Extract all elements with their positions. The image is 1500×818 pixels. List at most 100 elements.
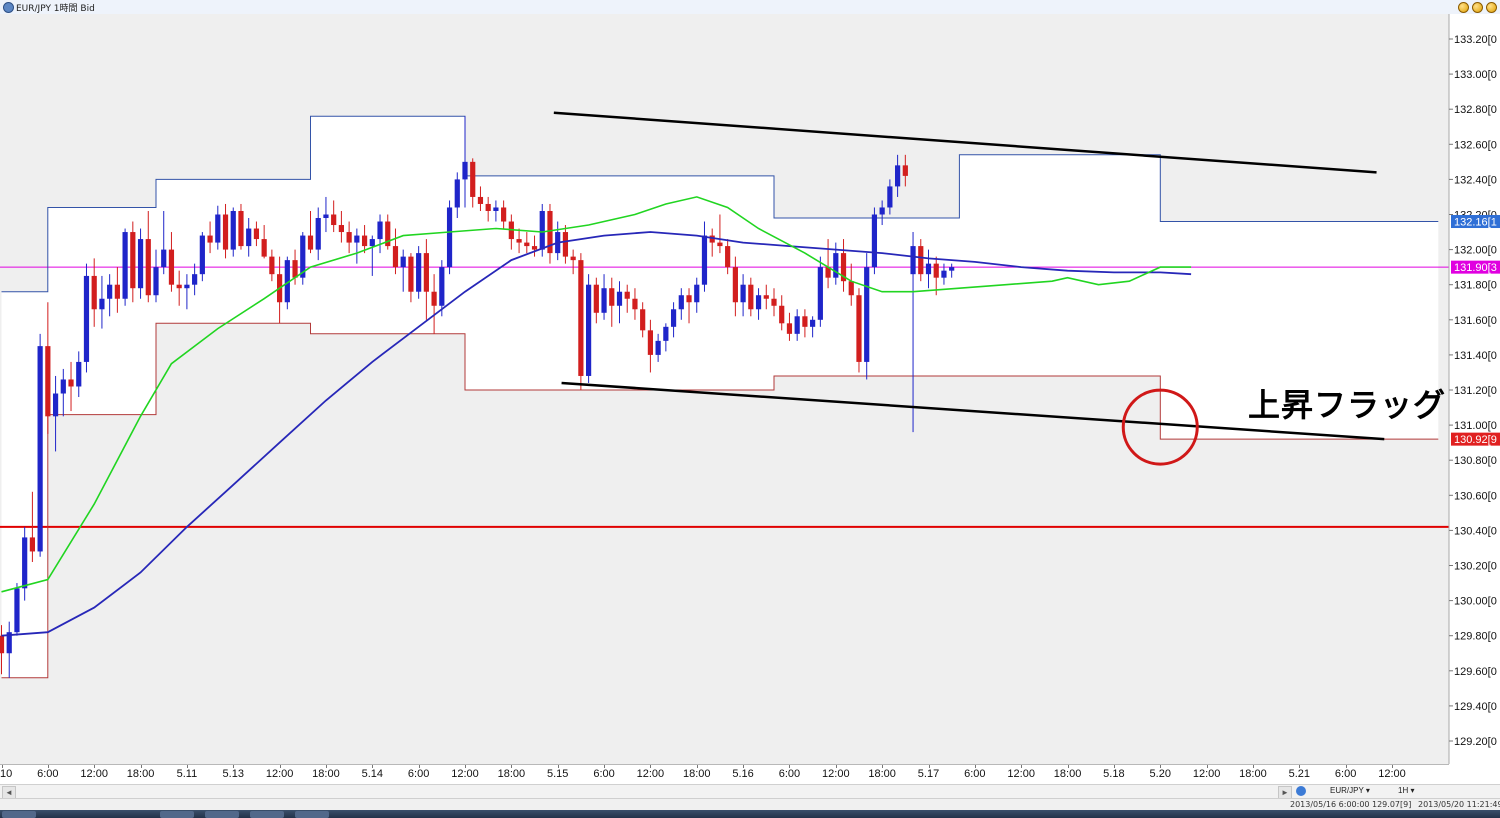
x-tick-label: 12:00 (451, 768, 479, 780)
candle-body (292, 260, 298, 278)
y-tick-label: 129.20[0 (1454, 736, 1497, 748)
candle-body (655, 340, 661, 355)
candle-body (562, 232, 569, 257)
price-tag-label: 130.92[9 (1454, 434, 1497, 446)
candle-body (632, 298, 638, 310)
candle-body (856, 295, 862, 362)
window-title: EUR/JPY 1時間 Bid (16, 4, 95, 14)
candle-body (686, 295, 692, 303)
x-tick-label: 18:00 (126, 768, 155, 780)
candle-body (377, 221, 383, 240)
candle-body (833, 253, 839, 278)
x-tick-label: 5.18 (1103, 768, 1125, 780)
x-tick-label: 5.15 (546, 768, 569, 780)
candle-body (338, 225, 344, 233)
candle-body (524, 242, 530, 247)
y-tick-label: 132.60[0 (1454, 139, 1497, 151)
x-tick-label: 5.17 (917, 768, 940, 780)
globe-icon[interactable] (1296, 786, 1306, 796)
candle-body (76, 361, 82, 387)
candle-body (392, 246, 399, 268)
candle-body (740, 284, 746, 303)
horizontal-scrollbar[interactable]: ◄ ► (0, 784, 1500, 799)
x-tick-label: 18:00 (1053, 768, 1082, 780)
candle-body (323, 214, 329, 219)
candle-body (122, 232, 128, 299)
candle-body (678, 295, 684, 310)
taskbar-item[interactable] (205, 811, 239, 818)
y-tick-label: 133.20[0 (1454, 34, 1497, 46)
candle-body (477, 196, 484, 204)
maximize-button[interactable] (1472, 2, 1483, 13)
x-tick-label: 12:00 (1007, 768, 1035, 780)
candle-body (732, 267, 738, 303)
x-tick-label: 5.13 (222, 768, 244, 780)
y-tick-label: 130.80[0 (1454, 455, 1497, 467)
symbol-select[interactable]: EUR/JPY ▾ (1330, 786, 1370, 795)
taskbar-item[interactable] (295, 811, 329, 818)
candle-body (207, 235, 213, 243)
y-tick-label: 129.60[0 (1454, 666, 1497, 678)
candle-body (918, 246, 924, 275)
close-button[interactable] (1486, 2, 1497, 13)
candle-body (107, 284, 113, 299)
minimize-button[interactable] (1458, 2, 1469, 13)
candle-body (624, 291, 630, 299)
x-tick-label: 6:00 (964, 768, 986, 780)
x-tick-label: 5.10 (0, 768, 13, 780)
candle-body (215, 214, 221, 243)
y-tick-label: 132.00[0 (1454, 245, 1497, 257)
candle-body (439, 267, 445, 306)
candle-body (52, 393, 59, 417)
candle-body (771, 298, 777, 306)
taskbar-item[interactable] (160, 811, 194, 818)
candle-body (331, 214, 337, 226)
candle-body (238, 210, 244, 247)
candle-body (83, 275, 90, 362)
candle-body (864, 267, 870, 362)
candle-body (802, 316, 808, 327)
candle-body (910, 246, 916, 275)
x-tick-label: 6:00 (1334, 768, 1357, 780)
candle-body (14, 588, 20, 633)
x-tick-label: 18:00 (312, 768, 340, 780)
candle-body (60, 379, 66, 394)
candle-body (748, 284, 754, 310)
price-tag-label: 132.16[1 (1454, 217, 1497, 229)
candle-body (114, 284, 120, 299)
candle-body (307, 235, 314, 250)
y-tick-label: 131.40[0 (1454, 350, 1497, 362)
candle-body (647, 330, 653, 355)
y-tick-label: 130.40[0 (1454, 525, 1497, 537)
status-price: 129.07[9] (1372, 800, 1412, 809)
x-tick-label: 12:00 (80, 768, 108, 780)
candle-body (871, 214, 878, 268)
candle-body (640, 309, 646, 331)
candle-body (616, 291, 623, 306)
x-tick-label: 5.20 (1149, 768, 1171, 780)
start-button[interactable] (2, 811, 36, 818)
candle-body (925, 263, 932, 275)
y-tick-label: 131.00[0 (1454, 420, 1497, 432)
candle-body (570, 256, 576, 261)
candle-body (848, 281, 854, 296)
candle-body (779, 305, 785, 324)
candle-body (539, 210, 545, 250)
x-tick-label: 6:00 (407, 768, 430, 780)
candle-body (941, 270, 947, 278)
candle-body (408, 256, 414, 292)
candle-body (810, 319, 816, 327)
candle-body (593, 284, 599, 313)
candle-body (230, 210, 236, 250)
y-tick-label: 131.20[0 (1454, 385, 1497, 397)
candle-body (22, 537, 28, 589)
taskbar-item[interactable] (250, 811, 284, 818)
y-tick-label: 131.60[0 (1454, 315, 1497, 327)
candle-body (701, 235, 708, 285)
candle-body (222, 214, 229, 250)
candle-body (462, 161, 468, 180)
timeframe-select[interactable]: 1H ▾ (1398, 786, 1414, 795)
x-tick-label: 12:00 (1192, 768, 1221, 780)
candle-body (887, 186, 893, 208)
candle-body (755, 295, 762, 310)
